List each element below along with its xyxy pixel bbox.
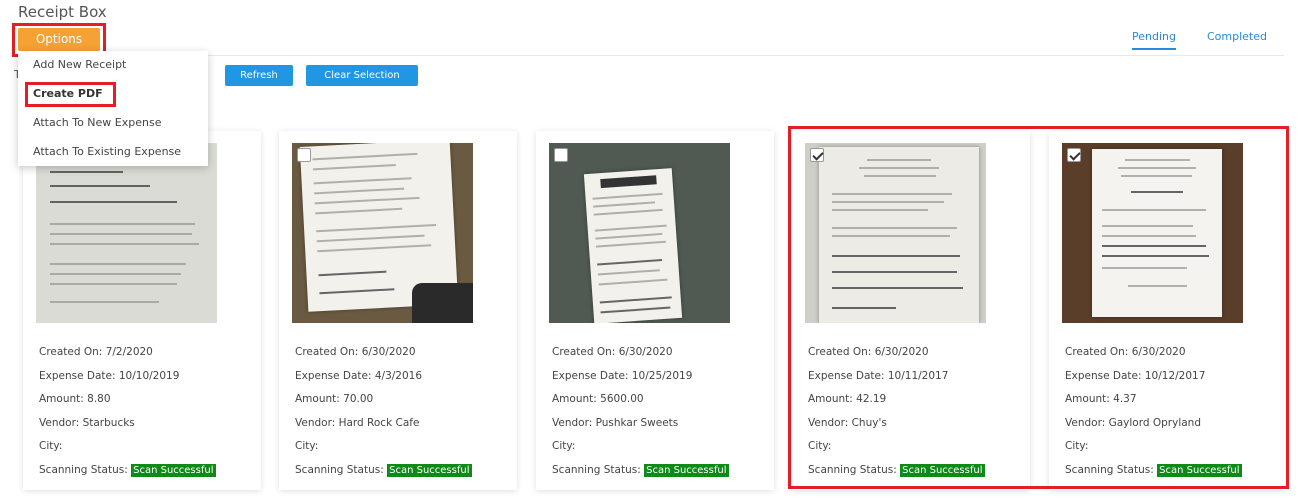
receipt-checkbox[interactable] [1067, 148, 1081, 162]
vendor: Vendor: Hard Rock Cafe [295, 417, 420, 429]
amount: Amount: 8.80 [39, 393, 111, 405]
expense-date: Expense Date: 4/3/2016 [295, 370, 423, 382]
receipt-card[interactable]: Created On: 7/2/2020 Expense Date: 10/10… [23, 131, 261, 490]
created-on: Created On: 6/30/2020 [552, 346, 673, 358]
receipt-checkbox[interactable] [810, 148, 824, 162]
create-pdf-highlight [25, 82, 116, 107]
receipt-checkbox[interactable] [554, 148, 568, 162]
vendor: Vendor: Pushkar Sweets [552, 417, 679, 429]
created-on: Created On: 7/2/2020 [39, 346, 153, 358]
clear-selection-button[interactable]: Clear Selection [306, 65, 418, 86]
amount: Amount: 5600.00 [552, 393, 644, 405]
expense-date: Expense Date: 10/25/2019 [552, 370, 693, 382]
receipt-card[interactable]: Created On: 6/30/2020 Expense Date: 10/2… [536, 131, 774, 490]
created-on: Created On: 6/30/2020 [295, 346, 416, 358]
status-badge: Scan Successful [131, 464, 216, 477]
amount: Amount: 70.00 [295, 393, 374, 405]
status-badge: Scan Successful [387, 464, 472, 477]
tab-completed[interactable]: Completed [1207, 30, 1267, 43]
receipt-thumbnail[interactable] [36, 143, 217, 323]
options-dropdown-menu: Add New Receipt Create PDF Attach To New… [18, 51, 208, 166]
city: City: [552, 440, 576, 452]
status-badge: Scan Successful [644, 464, 729, 477]
menu-item-add-new-receipt[interactable]: Add New Receipt [33, 58, 126, 71]
page-title: Receipt Box [18, 3, 107, 21]
expense-date: Expense Date: 10/10/2019 [39, 370, 180, 382]
receipt-card[interactable]: Created On: 6/30/2020 Expense Date: 4/3/… [279, 131, 517, 490]
selected-receipts-highlight [788, 126, 1289, 489]
city: City: [295, 440, 319, 452]
receipt-thumbnail[interactable] [549, 143, 730, 323]
receipt-thumbnail[interactable] [292, 143, 473, 323]
city: City: [39, 440, 63, 452]
receipt-checkbox[interactable] [297, 148, 311, 162]
menu-item-attach-new-expense[interactable]: Attach To New Expense [33, 116, 161, 129]
scanning-status: Scanning Status: Scan Successful [295, 464, 472, 477]
vendor: Vendor: Starbucks [39, 417, 135, 429]
refresh-button[interactable]: Refresh [225, 65, 293, 86]
tab-pending[interactable]: Pending [1132, 30, 1176, 50]
menu-item-attach-existing-expense[interactable]: Attach To Existing Expense [33, 145, 181, 158]
scanning-status: Scanning Status: Scan Successful [552, 464, 729, 477]
scanning-status: Scanning Status: Scan Successful [39, 464, 216, 477]
